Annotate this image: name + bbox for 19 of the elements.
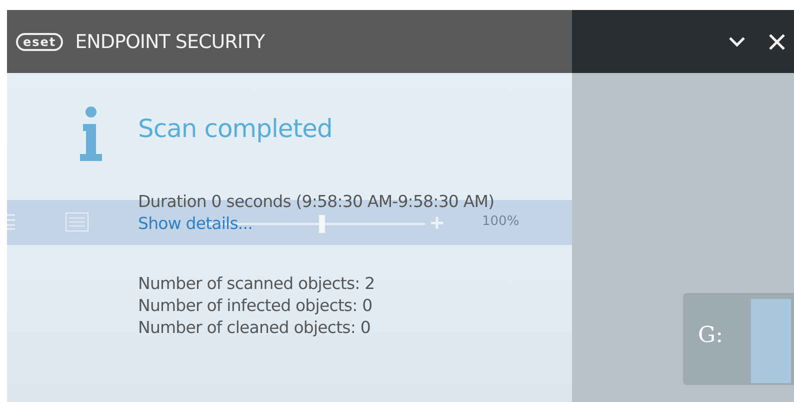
notification-heading: Scan completed [138,114,334,143]
close-button[interactable] [768,32,786,50]
stat-line: Number of infected objects: 0 [138,295,374,317]
zoom-level: 100% [482,214,520,229]
duration-text: Duration 0 seconds (9:58:30 AM-9:58:30 AM) [138,191,494,213]
window-title: ENDPOINT SECURITY [75,30,265,52]
list-icon [7,213,17,231]
close-icon [768,32,786,50]
drive-tile[interactable]: G: [683,293,794,385]
plus-icon [431,217,443,229]
info-icon [78,106,104,162]
collapse-button[interactable] [728,36,746,48]
drive-label: G: [698,323,723,348]
list-icon [65,212,89,232]
stat-line: Number of cleaned objects: 0 [138,317,372,339]
logo: eset [16,32,64,50]
stat-line: Number of scanned objects: 2 [138,273,376,295]
chevron-down-icon [728,36,746,48]
show-details-link[interactable]: Show details... [138,213,252,235]
